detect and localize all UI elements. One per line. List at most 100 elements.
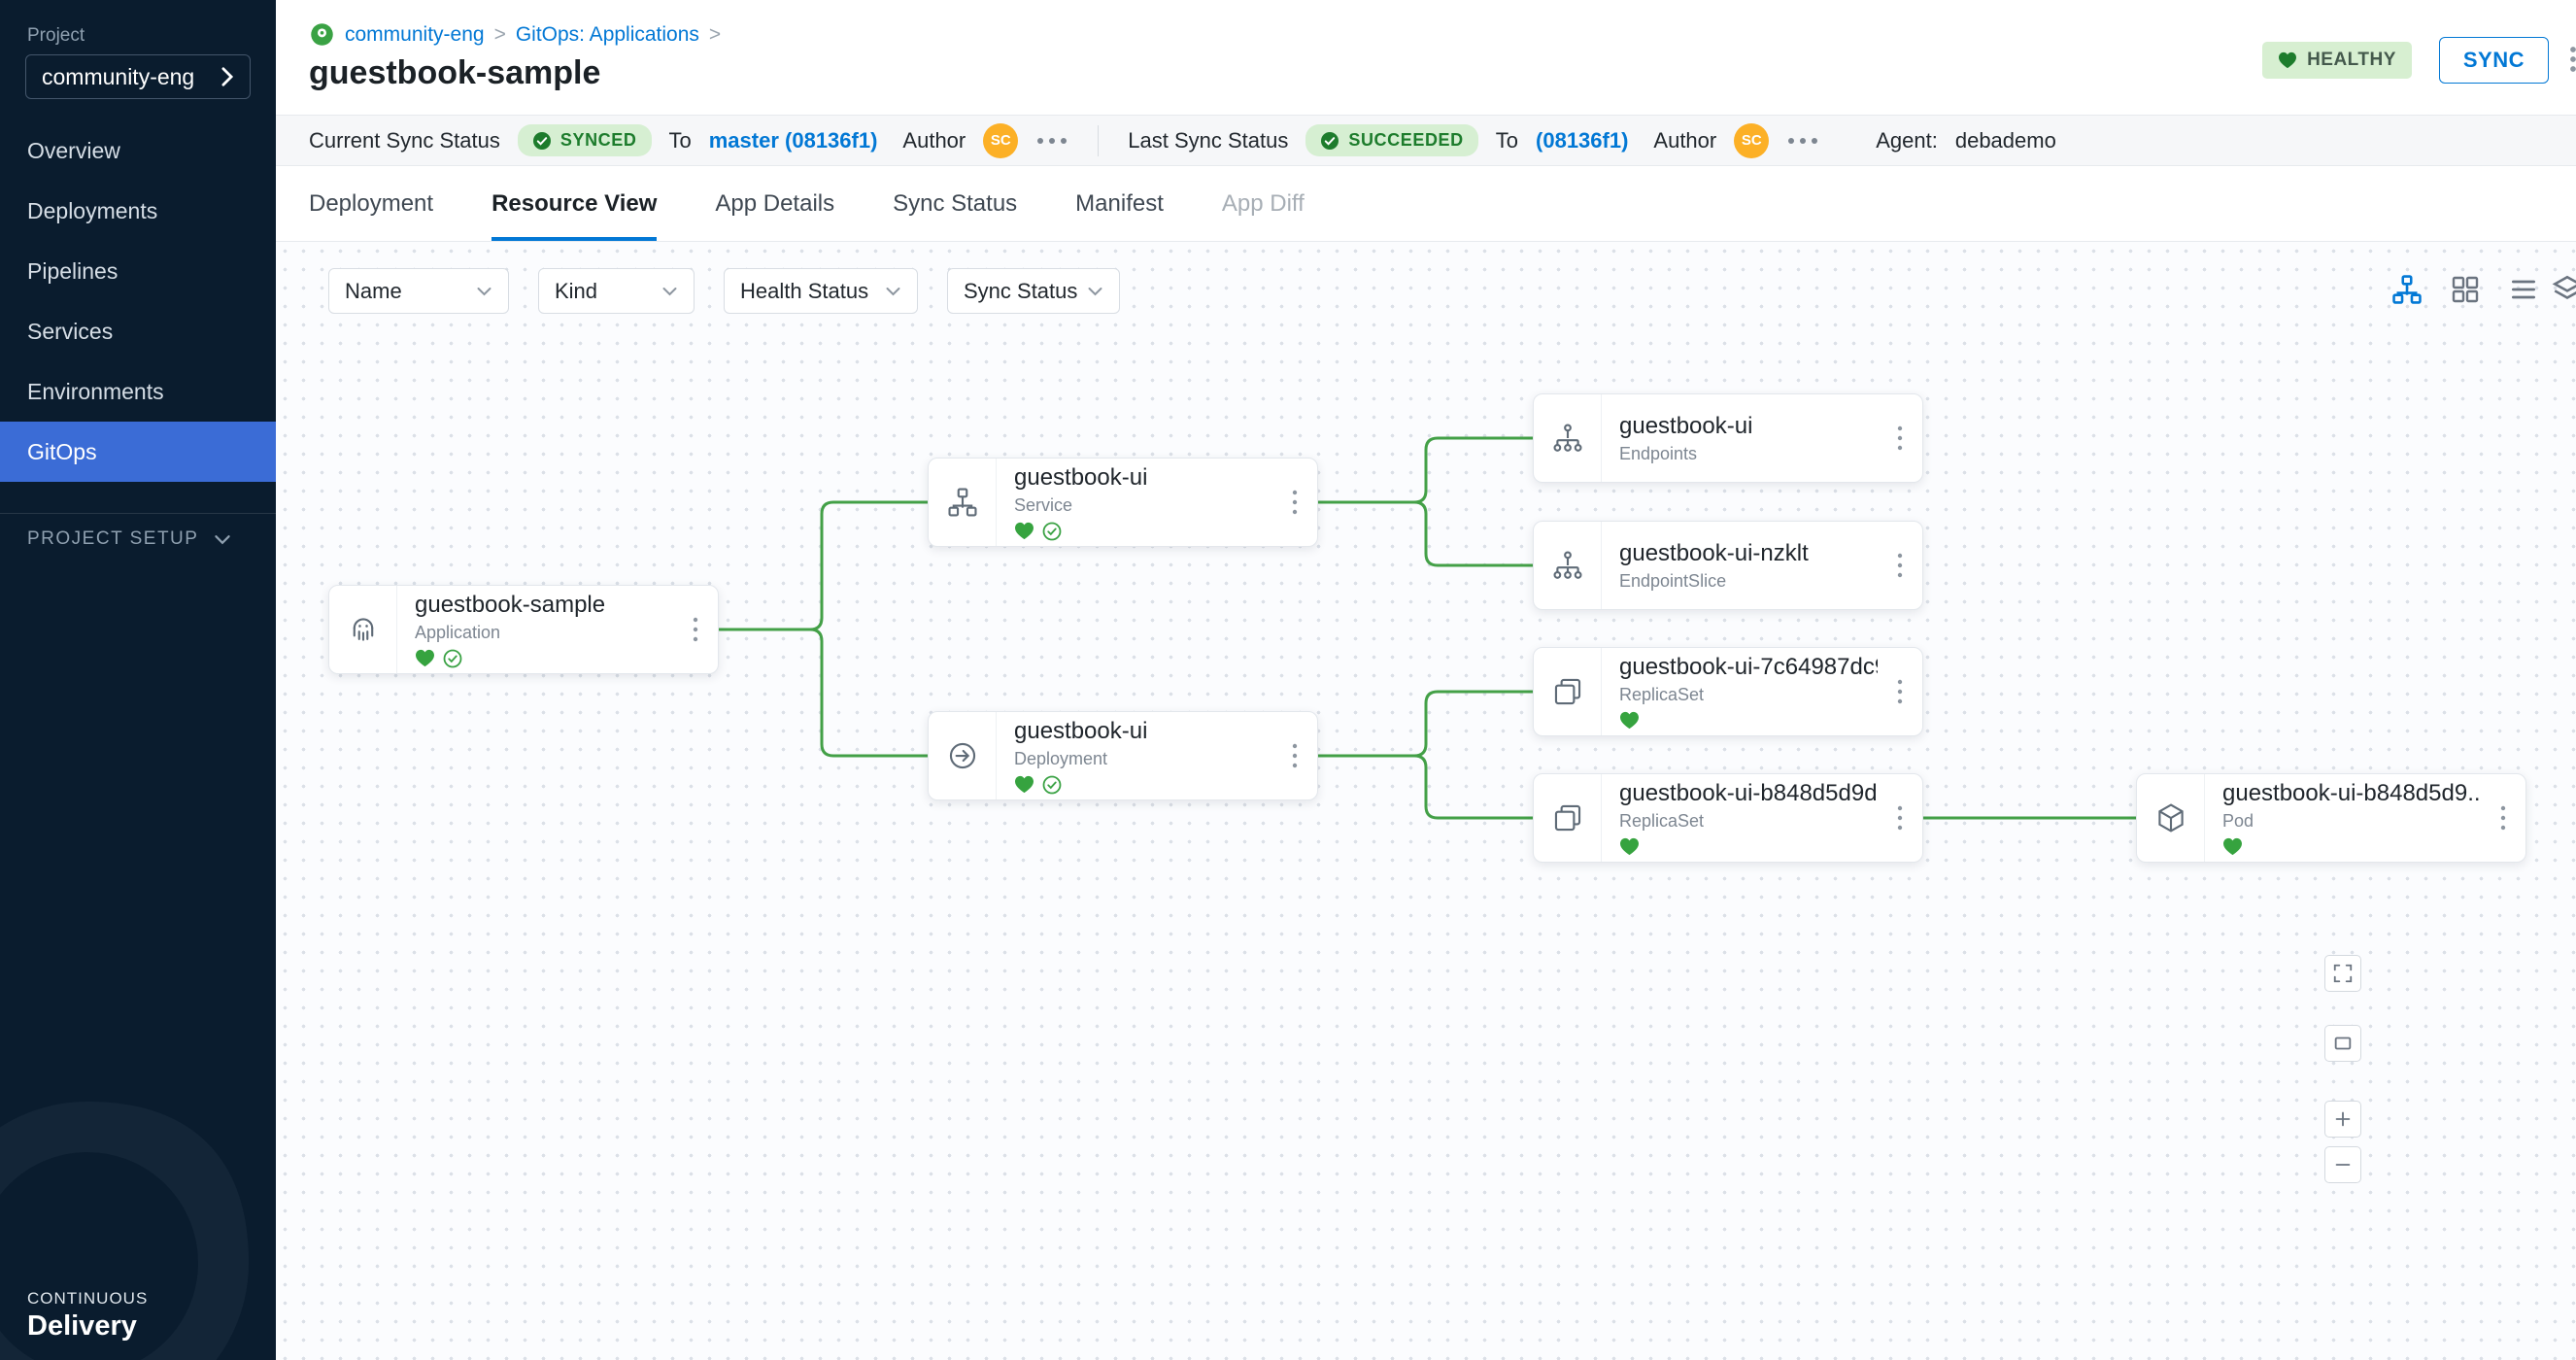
fullscreen-button[interactable] — [2324, 955, 2361, 992]
node-kind: EndpointSlice — [1619, 571, 1878, 592]
last-sync-value: SUCCEEDED — [1348, 130, 1463, 151]
resource-graph-canvas[interactable]: Name Kind Health Status Sync Status — [276, 242, 2576, 1360]
sync-status-bar: Current Sync Status SYNCED To master (08… — [276, 115, 2576, 166]
edge-service-to-endpointslice — [1318, 502, 1533, 565]
replicaset-icon — [1534, 774, 1602, 862]
topbar: community-eng > GitOps: Applications > g… — [276, 0, 2576, 115]
graph-node-pod[interactable]: guestbook-ui-b848d5d9... Pod — [2136, 773, 2526, 863]
sync-button[interactable]: SYNC — [2439, 37, 2549, 84]
fit-view-button[interactable] — [2324, 1025, 2361, 1062]
node-title: guestbook-ui-nzklt — [1619, 540, 1878, 567]
chevron-right-icon — [220, 66, 234, 87]
filter-kind-select[interactable]: Kind — [538, 268, 695, 314]
project-selector-value: community-eng — [42, 64, 194, 90]
clipped-view-icon[interactable] — [2549, 271, 2576, 308]
node-menu-kebab-icon[interactable] — [1272, 712, 1317, 799]
node-menu-kebab-icon[interactable] — [673, 586, 718, 673]
to-label: To — [669, 128, 692, 153]
current-target-link[interactable]: master (08136f1) — [709, 128, 878, 153]
endpointslice-icon — [1534, 522, 1602, 609]
last-sync-label: Last Sync Status — [1128, 128, 1288, 153]
canvas-controls — [2324, 955, 2361, 1183]
author-more-icon[interactable] — [1035, 136, 1068, 146]
project-setup-toggle[interactable]: PROJECT SETUP — [27, 528, 231, 550]
deployment-icon — [929, 712, 997, 799]
list-view-icon[interactable] — [2505, 271, 2542, 308]
sidebar-item-deployments[interactable]: Deployments — [0, 181, 276, 241]
author-label: Author — [902, 128, 966, 153]
edge-service-to-endpoints — [1318, 438, 1533, 502]
synced-check-icon — [443, 649, 462, 668]
tab-app-details[interactable]: App Details — [715, 190, 834, 241]
chevron-down-icon — [1087, 287, 1103, 296]
node-menu-kebab-icon[interactable] — [1878, 648, 1922, 735]
filter-name-select[interactable]: Name — [328, 268, 509, 314]
footer-continuous-label: CONTINUOUS — [27, 1289, 148, 1309]
tab-deployment[interactable]: Deployment — [309, 190, 433, 241]
tab-manifest[interactable]: Manifest — [1075, 190, 1164, 241]
project-label: Project — [27, 25, 85, 47]
breadcrumb-section-link[interactable]: GitOps: Applications — [516, 23, 699, 47]
author-avatar: SC — [983, 123, 1018, 158]
filter-label: Name — [345, 279, 402, 304]
sidebar-item-pipelines[interactable]: Pipelines — [0, 241, 276, 301]
graph-node-service[interactable]: guestbook-ui Service — [928, 458, 1318, 547]
node-title: guestbook-ui — [1619, 413, 1878, 440]
node-kind: Pod — [2222, 811, 2481, 832]
application-icon — [329, 586, 397, 673]
breadcrumb-separator: > — [494, 23, 506, 47]
resource-filters: Name Kind Health Status Sync Status — [328, 268, 1120, 314]
author-more-icon[interactable] — [1786, 136, 1819, 146]
last-target-link[interactable]: (08136f1) — [1536, 128, 1628, 153]
last-sync-badge: SUCCEEDED — [1305, 124, 1477, 156]
node-title: guestbook-ui-7c64987dc9 — [1619, 654, 1878, 681]
sidebar-item-label: Services — [27, 319, 113, 345]
node-kind: ReplicaSet — [1619, 685, 1878, 705]
graph-node-replicaset[interactable]: guestbook-ui-b848d5d9d ReplicaSet — [1533, 773, 1923, 863]
graph-node-application[interactable]: guestbook-sample Application — [328, 585, 719, 674]
healthy-heart-icon — [1014, 775, 1034, 795]
zoom-out-button[interactable] — [2324, 1146, 2361, 1183]
sidebar-footer: CONTINUOUS Delivery — [27, 1289, 148, 1343]
filter-sync-status-select[interactable]: Sync Status — [947, 268, 1120, 314]
page-menu-kebab-icon[interactable] — [2560, 45, 2576, 74]
synced-check-icon — [1042, 522, 1062, 541]
grid-view-icon[interactable] — [2447, 271, 2484, 308]
graph-node-replicaset-old[interactable]: guestbook-ui-7c64987dc9 ReplicaSet — [1533, 647, 1923, 736]
node-menu-kebab-icon[interactable] — [1878, 774, 1922, 862]
check-circle-icon — [1320, 131, 1339, 151]
filter-label: Sync Status — [964, 279, 1077, 304]
healthy-heart-icon — [1619, 837, 1640, 856]
pod-icon — [2137, 774, 2205, 862]
edge-deployment-to-replicaset-old — [1318, 692, 1533, 756]
author-label: Author — [1653, 128, 1716, 153]
tab-sync-status[interactable]: Sync Status — [893, 190, 1017, 241]
sidebar-item-overview[interactable]: Overview — [0, 120, 276, 181]
zoom-in-button[interactable] — [2324, 1101, 2361, 1138]
heart-icon — [2278, 51, 2297, 69]
node-kind: Service — [1014, 495, 1272, 516]
tree-view-icon[interactable] — [2389, 271, 2425, 308]
gitops-app-icon — [309, 21, 335, 48]
sidebar-item-gitops[interactable]: GitOps — [0, 422, 276, 482]
filter-health-status-select[interactable]: Health Status — [724, 268, 918, 314]
graph-node-deployment[interactable]: guestbook-ui Deployment — [928, 711, 1318, 800]
sidebar-item-services[interactable]: Services — [0, 301, 276, 361]
project-selector[interactable]: community-eng — [25, 54, 251, 99]
graph-node-endpointslice[interactable]: guestbook-ui-nzklt EndpointSlice — [1533, 521, 1923, 610]
breadcrumb-project-link[interactable]: community-eng — [345, 23, 485, 47]
replicaset-icon — [1534, 648, 1602, 735]
chevron-down-icon — [885, 287, 901, 296]
node-menu-kebab-icon[interactable] — [1878, 394, 1922, 482]
node-menu-kebab-icon[interactable] — [1272, 459, 1317, 546]
page-title: guestbook-sample — [309, 54, 600, 92]
current-sync-value: SYNCED — [560, 130, 637, 151]
sidebar-item-environments[interactable]: Environments — [0, 361, 276, 422]
project-setup-label: PROJECT SETUP — [27, 528, 198, 550]
health-status-badge: HEALTHY — [2262, 42, 2412, 79]
filter-label: Health Status — [740, 279, 868, 304]
node-menu-kebab-icon[interactable] — [2481, 774, 2525, 862]
tab-resource-view[interactable]: Resource View — [491, 190, 657, 241]
graph-node-endpoints[interactable]: guestbook-ui Endpoints — [1533, 393, 1923, 483]
node-menu-kebab-icon[interactable] — [1878, 522, 1922, 609]
